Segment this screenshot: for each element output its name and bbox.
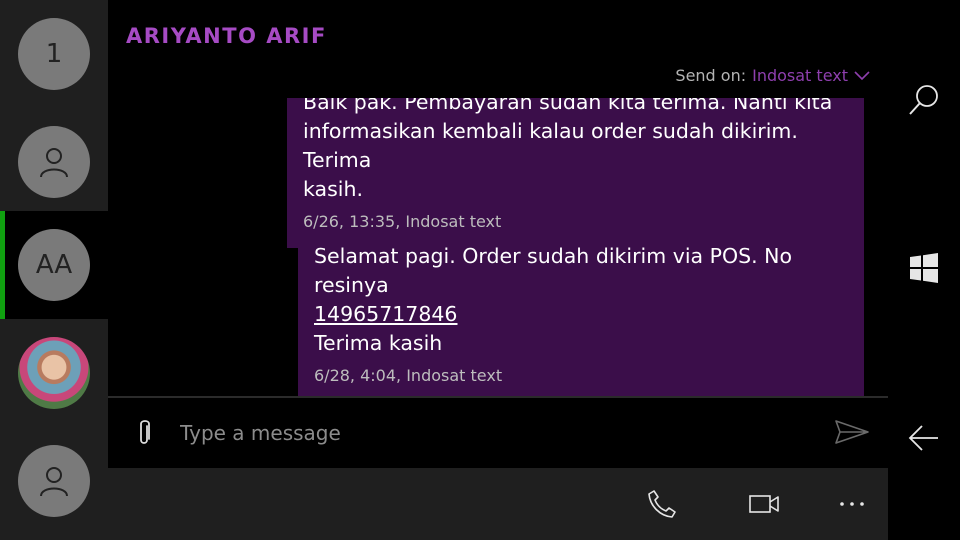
- message-text: Selamat pagi. Order sudah dikirim via PO…: [314, 244, 793, 297]
- conversation-item[interactable]: [0, 319, 108, 427]
- contact-name: ARIYANTO ARIF: [126, 24, 327, 48]
- conversation-item[interactable]: 1: [0, 0, 108, 108]
- avatar: [18, 445, 90, 517]
- message-text: Baik pak. Pembayaran sudah kita terima. …: [303, 98, 833, 114]
- compose-bar: [108, 396, 888, 468]
- carrier-dropdown[interactable]: Indosat text: [752, 66, 870, 85]
- tracking-number-link[interactable]: 14965717846: [314, 302, 457, 326]
- search-icon: [909, 85, 938, 115]
- message-timestamp: 6/26, 13:35, Indosat text: [303, 212, 502, 231]
- avatar-photo: [18, 337, 90, 409]
- phone-icon: [648, 490, 676, 518]
- windows-logo-icon: [910, 253, 938, 283]
- send-icon[interactable]: [834, 418, 870, 446]
- message-bubble[interactable]: Selamat pagi. Order sudah dikirim via PO…: [298, 236, 864, 396]
- app-bar: [108, 468, 888, 540]
- message-text: kasih.: [303, 177, 363, 201]
- conversation-item[interactable]: [0, 108, 108, 216]
- avatar: [18, 126, 90, 198]
- avatar-initials: 1: [45, 39, 63, 69]
- message-input[interactable]: [178, 412, 822, 454]
- back-arrow-icon: [908, 425, 938, 451]
- message-timestamp: 6/28, 4:04, Indosat text: [314, 366, 503, 385]
- windows-start-button[interactable]: [906, 250, 942, 286]
- person-icon: [40, 148, 68, 178]
- back-button[interactable]: [906, 420, 942, 456]
- send-on-label: Send on:: [675, 66, 747, 85]
- avatar: 1: [18, 18, 90, 90]
- call-button[interactable]: [644, 486, 680, 522]
- more-options-button[interactable]: [834, 486, 870, 522]
- carrier-value: Indosat text: [752, 66, 848, 85]
- person-icon: [40, 467, 68, 497]
- avatar: AA: [18, 229, 90, 301]
- more-icon: [840, 502, 864, 506]
- message-bubble[interactable]: Baik pak. Pembayaran sudah kita terima. …: [287, 98, 864, 258]
- conversation-rail: 1 AA: [0, 0, 108, 540]
- video-camera-icon: [749, 495, 779, 513]
- system-nav-bar: [888, 0, 960, 540]
- search-button[interactable]: [906, 82, 942, 118]
- send-on-selector: Send on: Indosat text: [675, 66, 870, 85]
- conversation-item-active[interactable]: AA: [0, 211, 108, 319]
- chevron-down-icon: [854, 70, 870, 80]
- message-text: informasikan kembali kalau order sudah d…: [303, 119, 798, 172]
- active-indicator: [0, 211, 5, 319]
- video-call-button[interactable]: [746, 486, 782, 522]
- conversation-item[interactable]: [0, 427, 108, 535]
- message-text: Terima kasih: [314, 331, 443, 355]
- conversation-pane: ARIYANTO ARIF Send on: Indosat text Baik…: [108, 0, 888, 540]
- avatar-initials: AA: [35, 250, 73, 280]
- message-thread[interactable]: Baik pak. Pembayaran sudah kita terima. …: [108, 98, 888, 396]
- attachment-icon[interactable]: [132, 418, 156, 448]
